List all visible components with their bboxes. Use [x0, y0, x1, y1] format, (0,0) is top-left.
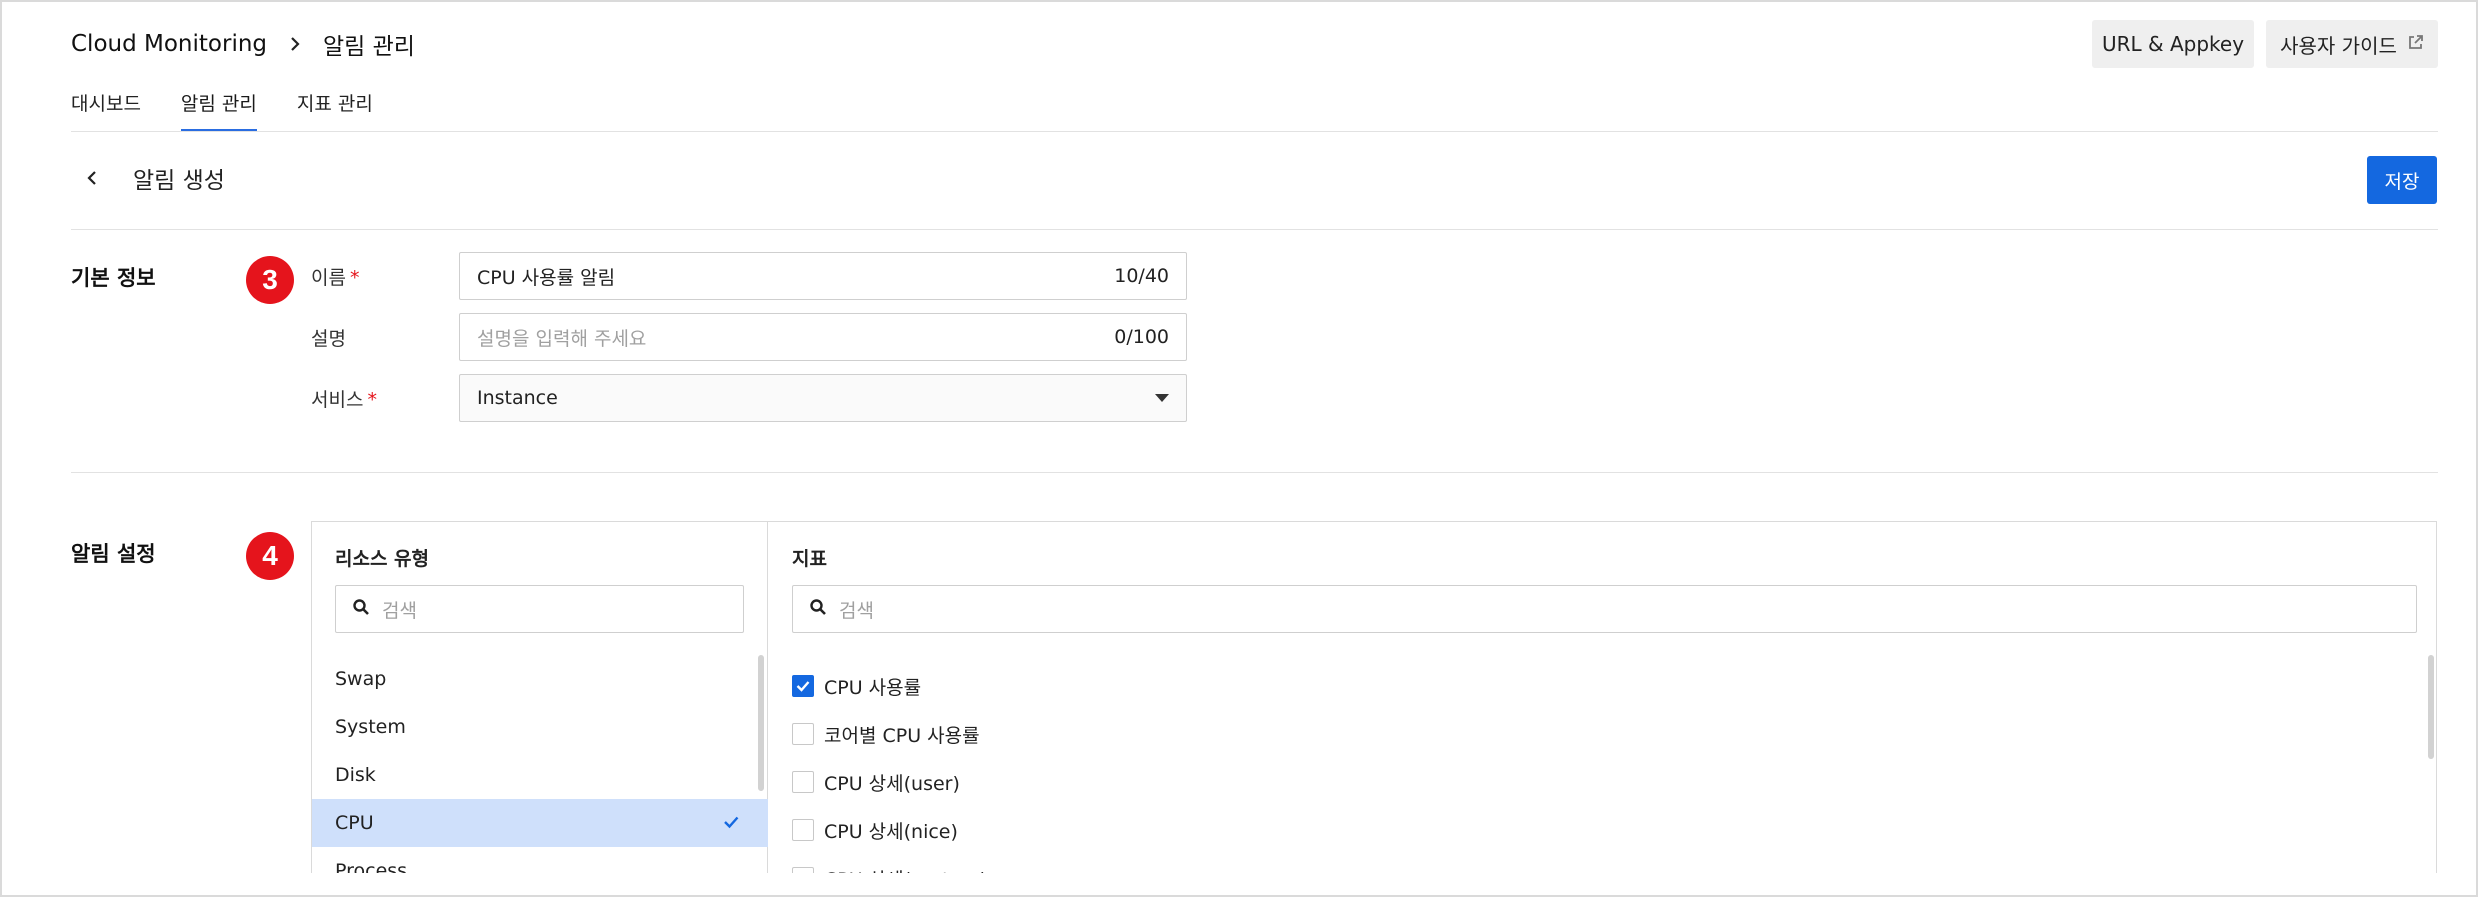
save-button[interactable]: 저장 [2367, 156, 2437, 204]
metrics-column: 지표 검색 CPU 사용률 코어별 CPU 사용률 CPU 상세(user) C… [769, 522, 2436, 873]
tab-alert-management[interactable]: 알림 관리 [180, 80, 257, 132]
metrics-title: 지표 [792, 548, 827, 570]
breadcrumb-current: 알림 관리 [323, 34, 415, 60]
resource-type-list: Swap System Disk CPU Process [312, 655, 768, 873]
metric-item[interactable]: CPU 상세(nice) [792, 806, 987, 854]
service-select[interactable]: Instance [459, 374, 1187, 422]
resource-type-search[interactable]: 검색 [335, 585, 744, 633]
checkbox[interactable] [792, 771, 814, 793]
list-item-selected[interactable]: CPU [312, 799, 768, 847]
check-icon [722, 813, 740, 836]
required-mark: * [349, 267, 360, 289]
save-label: 저장 [2384, 170, 2420, 193]
metric-label: CPU 상세(user) [824, 772, 960, 795]
service-label: 서비스 * [311, 385, 377, 412]
step-badge: 4 [246, 532, 294, 580]
description-label-text: 설명 [311, 328, 346, 350]
resource-type-column: 리소스 유형 검색 Swap System Disk CPU Process [312, 522, 768, 873]
tab-bar: 대시보드 알림 관리 지표 관리 [71, 80, 373, 132]
user-guide-button[interactable]: 사용자 가이드 [2266, 20, 2438, 68]
description-label: 설명 [311, 324, 346, 351]
checkbox-checked[interactable] [792, 675, 814, 697]
external-link-icon [2407, 32, 2424, 56]
list-item[interactable]: Process [312, 847, 768, 873]
description-field[interactable]: 설명을 입력해 주세요 0/100 [459, 313, 1187, 361]
metric-label: CPU 상세(system) [824, 865, 987, 874]
url-appkey-label: URL & Appkey [2101, 32, 2245, 56]
tab-label: 알림 관리 [180, 93, 257, 115]
basic-info-label: 기본 정보 [71, 266, 156, 290]
list-item[interactable]: System [312, 703, 768, 751]
metrics-search[interactable]: 검색 [792, 585, 2417, 633]
metric-item[interactable]: CPU 사용률 [792, 662, 987, 710]
service-label-text: 서비스 [311, 389, 364, 411]
tab-metric-management[interactable]: 지표 관리 [297, 80, 373, 132]
search-icon [352, 598, 370, 621]
tab-label: 대시보드 [71, 93, 141, 115]
tab-label: 지표 관리 [296, 93, 373, 115]
checkbox[interactable] [792, 819, 814, 841]
metric-item[interactable]: 코어별 CPU 사용률 [792, 710, 987, 758]
list-item-label: Swap [335, 668, 387, 690]
step-badge: 3 [246, 256, 294, 304]
page-title: 알림 생성 [85, 158, 225, 198]
caret-down-icon [1155, 394, 1169, 402]
user-guide-label: 사용자 가이드 [2280, 33, 2397, 58]
alert-settings-label: 알림 설정 [71, 542, 156, 566]
list-item[interactable]: Swap [312, 655, 768, 703]
tab-dashboard[interactable]: 대시보드 [71, 80, 141, 132]
breadcrumb-root[interactable]: Cloud Monitoring [71, 31, 267, 57]
list-item-label: Disk [335, 764, 376, 786]
resource-type-title: 리소스 유형 [335, 548, 430, 570]
back-arrow-icon[interactable] [85, 166, 109, 190]
divider [71, 472, 2438, 473]
list-item-label: CPU [335, 812, 374, 834]
checkbox[interactable] [792, 867, 814, 873]
metric-label: CPU 사용률 [824, 676, 922, 699]
scrollbar[interactable] [758, 655, 764, 791]
name-label-text: 이름 [311, 267, 346, 289]
search-placeholder: 검색 [839, 599, 874, 622]
scrollbar[interactable] [2428, 655, 2434, 759]
metrics-list: CPU 사용률 코어별 CPU 사용률 CPU 상세(user) CPU 상세(… [792, 662, 987, 873]
divider [71, 131, 2438, 132]
service-value: Instance [477, 387, 558, 409]
search-icon [809, 598, 827, 621]
description-char-count: 0/100 [1114, 326, 1169, 348]
alert-settings-panel: 리소스 유형 검색 Swap System Disk CPU Process 지… [311, 521, 2437, 873]
required-mark: * [367, 389, 377, 411]
divider [71, 229, 2438, 230]
search-placeholder: 검색 [382, 599, 417, 622]
breadcrumb: Cloud Monitoring 알림 관리 [71, 26, 415, 62]
name-char-count: 10/40 [1114, 265, 1169, 287]
metric-item[interactable]: CPU 상세(user) [792, 758, 987, 806]
list-item-label: System [335, 716, 406, 738]
page-title-text: 알림 생성 [133, 168, 225, 194]
name-field[interactable]: CPU 사용률 알림 10/40 [459, 252, 1187, 300]
description-placeholder: 설명을 입력해 주세요 [477, 327, 647, 350]
metric-label: CPU 상세(nice) [824, 820, 958, 843]
url-appkey-button[interactable]: URL & Appkey [2092, 20, 2254, 68]
chevron-right-icon [283, 32, 307, 56]
list-item-label: Process [335, 860, 408, 873]
metric-item[interactable]: CPU 상세(system) [792, 854, 987, 873]
name-label: 이름 * [311, 263, 359, 290]
metric-label: 코어별 CPU 사용률 [824, 724, 980, 747]
name-value: CPU 사용률 알림 [477, 266, 616, 289]
checkbox[interactable] [792, 723, 814, 745]
list-item[interactable]: Disk [312, 751, 768, 799]
